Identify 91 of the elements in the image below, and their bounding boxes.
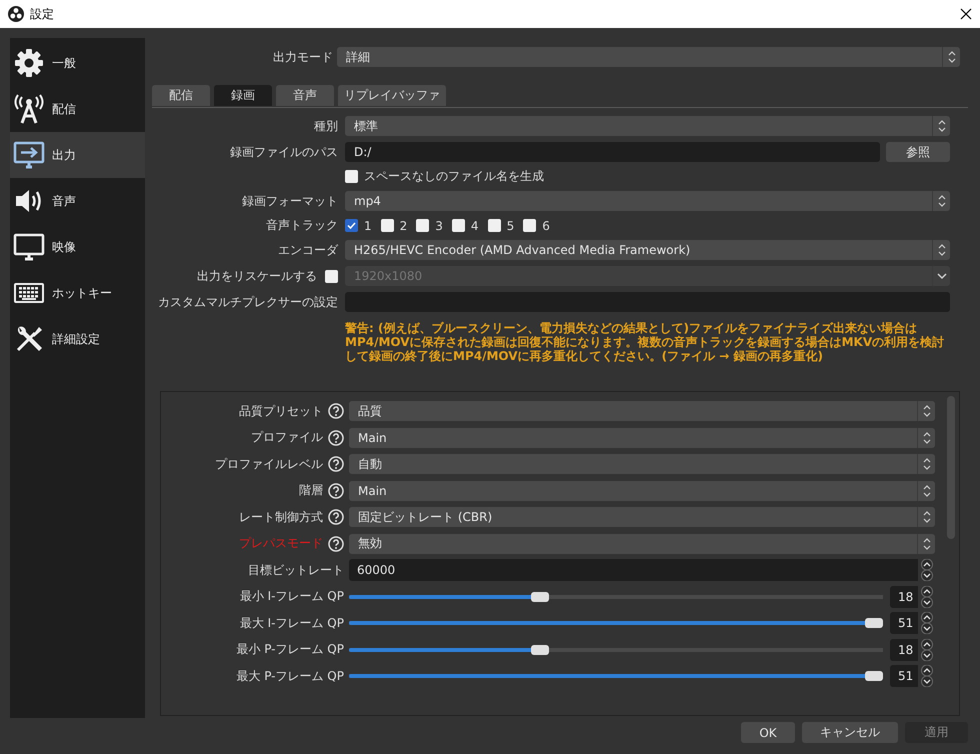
dropdown[interactable]: mp4 <box>345 191 950 211</box>
spin-arrows-icon[interactable] <box>918 638 934 660</box>
monitor-icon <box>13 231 45 263</box>
gear-icon <box>13 47 45 79</box>
dropdown[interactable]: 品質 <box>349 401 935 421</box>
field-label: 最大 P-フレーム QP <box>235 668 344 684</box>
tab[interactable]: リプレイバッファ <box>338 85 446 106</box>
checkbox-label: 1 <box>364 218 372 232</box>
dropdown[interactable]: H265/HEVC Encoder (AMD Advanced Media Framework) <box>345 240 950 260</box>
field-label: プロファイルレベル <box>214 456 323 472</box>
tab[interactable]: 音声 <box>276 85 334 106</box>
field-label: プロファイル <box>250 429 323 446</box>
checkbox[interactable] <box>380 219 394 232</box>
help-icon[interactable] <box>328 456 344 472</box>
sidebar-item[interactable]: 出力 <box>10 132 145 178</box>
checkbox-label: 5 <box>506 218 514 232</box>
dialog-button[interactable]: キャンセル <box>802 722 898 743</box>
field-label: 最小 I-フレーム QP <box>238 588 344 605</box>
field-label: 種別 <box>313 118 338 134</box>
antenna-icon <box>13 93 45 125</box>
field-label: 音声トラック <box>265 217 338 234</box>
field-label: 最大 I-フレーム QP <box>238 614 344 632</box>
help-icon[interactable] <box>328 403 344 419</box>
spin-arrows-icon[interactable] <box>918 665 934 687</box>
close-icon[interactable] <box>960 8 972 20</box>
field-label: エンコーダ <box>277 242 338 258</box>
tab[interactable]: 配信 <box>152 85 210 106</box>
checkbox[interactable] <box>488 219 501 232</box>
sidebar-item[interactable]: ホットキー <box>10 270 145 316</box>
field-label: 階層 <box>298 482 323 499</box>
checkbox-label: 2 <box>400 218 408 232</box>
field-label: 出力をリスケールする <box>197 268 317 284</box>
help-icon[interactable] <box>328 482 344 498</box>
monitor-arrow-icon <box>13 139 45 171</box>
warning-text: 警告: (例えば、ブルースクリーン、電力損失などの結果として)ファイルをファイナライズ出来ない場合はMP4/MOVに保存された録画は回復不能になります。複数の音声トラックを録画する場合はMKVの利用を検討して録画の終了後にMP4/MOVに再多重化してください。(ファイル → 録画の再多重化) <box>345 321 946 363</box>
field-label: 出力モード <box>272 48 333 66</box>
field-label: レート制御方式 <box>238 508 323 526</box>
updown-arrows-icon <box>922 457 932 471</box>
check-icon <box>346 220 357 231</box>
dropdown[interactable]: 詳細 <box>337 47 960 67</box>
updown-arrows-icon <box>936 194 946 208</box>
slider[interactable] <box>349 618 883 628</box>
dropdown[interactable]: 自動 <box>349 454 935 474</box>
sidebar-item[interactable]: 音声 <box>10 178 145 224</box>
field-label: 目標ビットレート <box>247 562 344 578</box>
tab[interactable]: 録画 <box>214 85 272 106</box>
sidebar-item[interactable]: 配信 <box>10 86 145 132</box>
sidebar-item[interactable]: 一般 <box>10 40 145 86</box>
field-label: プレパスモード <box>238 535 323 552</box>
updown-arrows-icon <box>922 536 932 550</box>
chevron-down-icon <box>936 271 948 281</box>
dropdown[interactable]: Main <box>349 428 935 448</box>
field-label: 録画フォーマット <box>241 192 338 210</box>
window-title: 設定 <box>30 6 55 22</box>
sidebar-item[interactable]: 詳細設定 <box>10 316 145 362</box>
help-icon[interactable] <box>328 536 344 552</box>
field-label: 録画ファイルのパス <box>229 144 338 160</box>
dropdown[interactable]: 無効 <box>349 534 935 554</box>
checkbox[interactable] <box>345 219 358 232</box>
updown-arrows-icon <box>922 404 932 418</box>
checkbox[interactable] <box>416 219 430 232</box>
dialog-button[interactable]: OK <box>741 722 795 743</box>
browse-button[interactable]: 参照 <box>886 142 950 162</box>
checkbox-label: スペースなしのファイル名を生成 <box>364 168 544 185</box>
checkbox[interactable] <box>345 170 358 183</box>
slider[interactable] <box>349 671 883 681</box>
path-field[interactable]: D:/ <box>345 142 880 162</box>
dropdown[interactable]: 固定ビットレート (CBR) <box>349 507 935 527</box>
checkbox[interactable] <box>452 219 465 232</box>
updown-arrows-icon <box>936 119 946 133</box>
updown-arrows-icon <box>936 243 946 257</box>
spin-arrows-icon[interactable] <box>918 612 934 634</box>
dropdown[interactable]: Main <box>349 480 935 500</box>
field-label: 最小 P-フレーム QP <box>235 641 344 658</box>
help-icon[interactable] <box>328 509 344 525</box>
checkbox-label: 3 <box>435 218 443 232</box>
checkbox-label: 6 <box>542 218 550 232</box>
updown-arrows-icon <box>922 510 932 524</box>
checkbox[interactable] <box>523 219 536 232</box>
app-logo-icon <box>8 6 24 22</box>
updown-arrows-icon <box>922 430 932 444</box>
sidebar-item[interactable]: 映像 <box>10 224 145 270</box>
field-label: 品質プリセット <box>238 402 323 420</box>
checkbox-label: 4 <box>470 218 479 232</box>
spin-arrows-icon[interactable] <box>918 559 934 581</box>
spin-arrows-icon[interactable] <box>918 586 934 608</box>
updown-arrows-icon <box>922 484 932 498</box>
dropdown[interactable]: 標準 <box>345 116 950 136</box>
field-label: カスタムマルチプレクサーの設定 <box>157 294 338 310</box>
updown-arrows-icon <box>946 50 956 64</box>
help-icon[interactable] <box>328 430 344 446</box>
